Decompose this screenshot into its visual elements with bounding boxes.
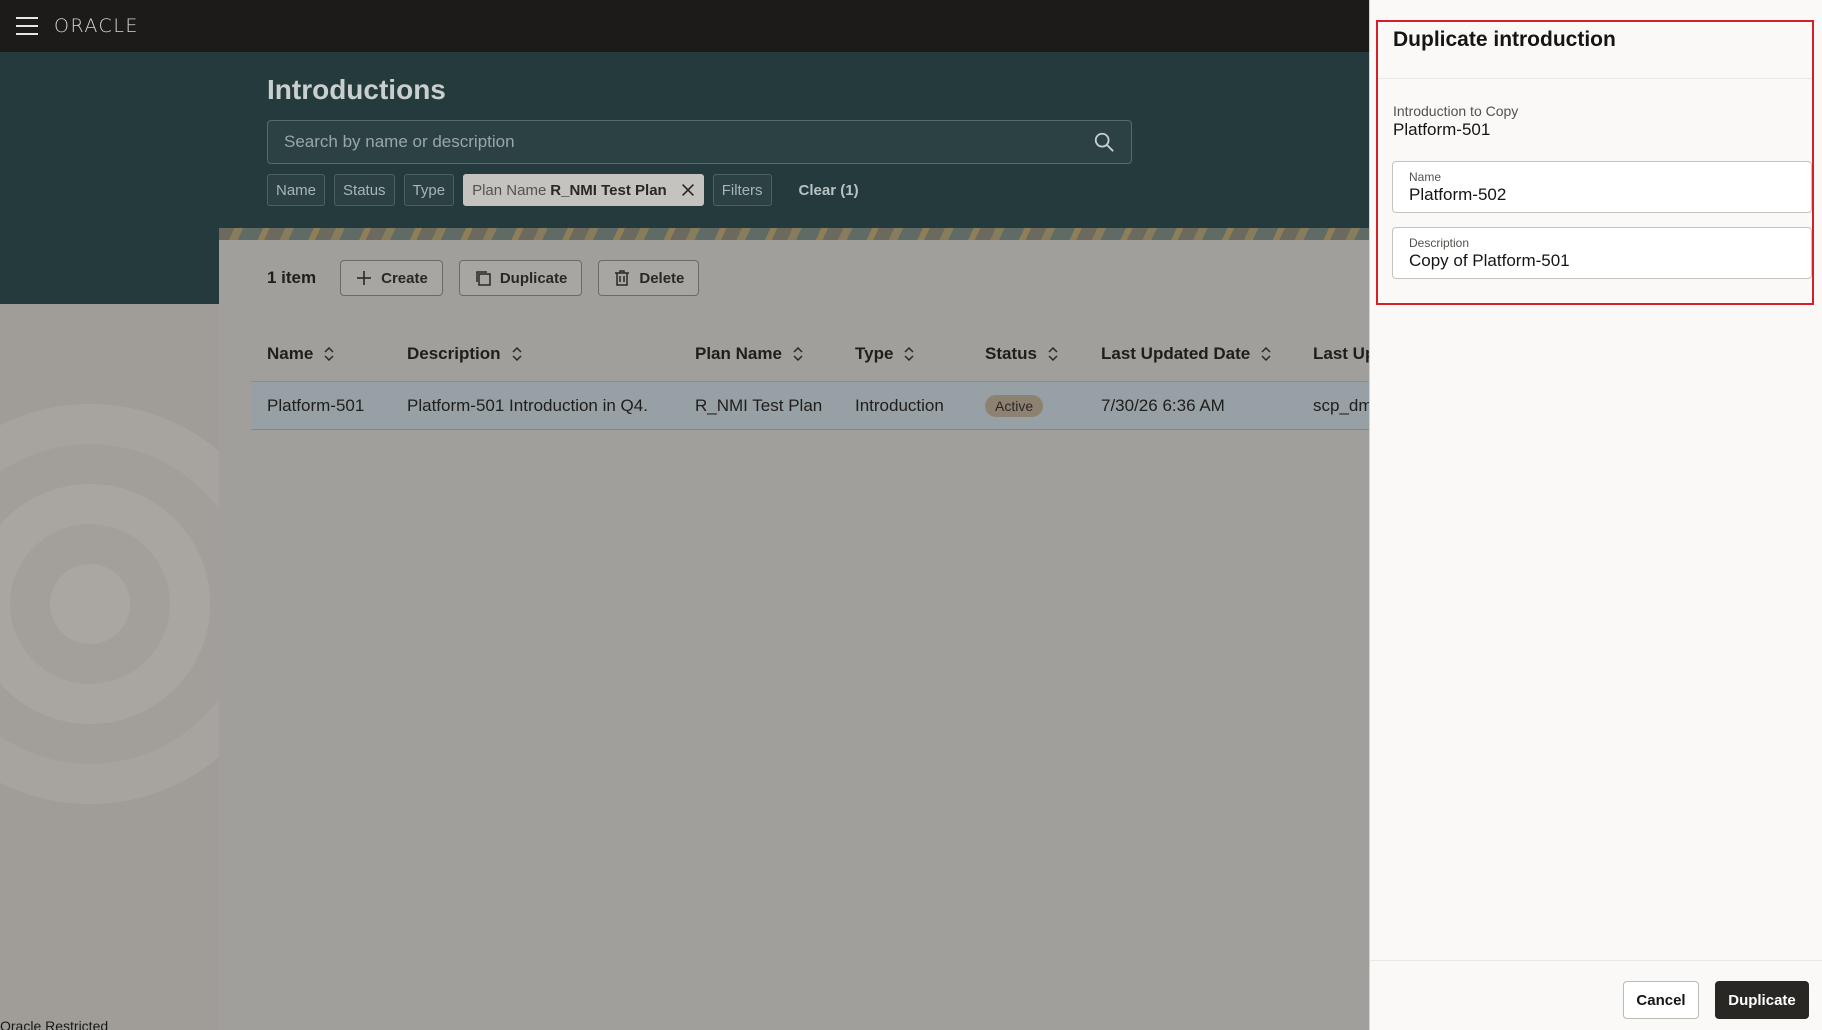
column-header-name[interactable]: Name	[251, 344, 391, 364]
cell-last-updated-date: 7/30/26 6:36 AM	[1101, 395, 1225, 415]
introductions-table: Name Description Plan Name Type Status L…	[251, 326, 1370, 430]
filter-chip-plan-name-label: Plan Name	[472, 181, 547, 199]
name-field: Name	[1392, 161, 1812, 213]
duplicate-button[interactable]: Duplicate	[458, 260, 583, 296]
copy-icon	[476, 271, 491, 286]
description-field: Description	[1392, 227, 1812, 279]
plus-icon	[357, 271, 372, 285]
footer-text: Oracle Restricted	[0, 1018, 109, 1030]
filter-chip-status[interactable]: Status	[334, 174, 395, 206]
create-button-label: Create	[381, 269, 428, 287]
item-count: 1 item	[267, 268, 317, 287]
description-field-label: Description	[1409, 236, 1470, 250]
page-title: Introductions	[267, 74, 446, 105]
cell-description: Platform-501 Introduction in Q4.	[407, 395, 648, 415]
drawer-title: Duplicate introduction	[1393, 28, 1616, 51]
search-input[interactable]	[284, 132, 1093, 152]
cell-status: Active	[969, 394, 1085, 417]
sort-icon	[512, 346, 522, 361]
sort-icon	[1048, 346, 1058, 361]
clear-filters-button[interactable]: Clear (1)	[791, 174, 867, 206]
column-label: Plan Name	[695, 343, 782, 363]
table-row[interactable]: Platform-501 Platform-501 Introduction i…	[251, 382, 1370, 430]
filter-chip-plan-name[interactable]: Plan Name R_NMI Test Plan	[463, 174, 704, 206]
cell-name: Platform-501	[267, 395, 365, 415]
filter-chip-plan-name-value: R_NMI Test Plan	[550, 181, 667, 199]
duplicate-confirm-button[interactable]: Duplicate	[1715, 981, 1809, 1019]
cancel-button[interactable]: Cancel	[1623, 981, 1699, 1019]
create-button[interactable]: Create	[340, 260, 443, 296]
table-header: Name Description Plan Name Type Status L…	[251, 326, 1370, 382]
column-header-status[interactable]: Status	[969, 344, 1085, 364]
delete-button[interactable]: Delete	[598, 260, 700, 296]
description-input[interactable]	[1409, 251, 1799, 271]
column-header-description[interactable]: Description	[391, 344, 679, 364]
trash-icon	[615, 270, 630, 286]
column-header-last-updated-by[interactable]: Last Up	[1297, 344, 1370, 364]
name-input[interactable]	[1409, 185, 1799, 205]
background-pattern	[0, 304, 219, 1030]
filters-button[interactable]: Filters	[712, 174, 772, 206]
column-header-last-updated-date[interactable]: Last Updated Date	[1085, 344, 1297, 364]
sort-icon	[1261, 346, 1271, 361]
cell-type: Introduction	[855, 395, 944, 415]
duplicate-drawer: Duplicate introduction Introduction to C…	[1369, 0, 1822, 1030]
column-label: Description	[407, 343, 501, 363]
column-label: Type	[855, 343, 894, 363]
toolbar: 1 item Create Duplicate Delete	[267, 260, 700, 296]
search-bar	[267, 120, 1132, 164]
search-icon[interactable]	[1093, 131, 1115, 153]
sort-icon	[793, 346, 803, 361]
column-header-plan-name[interactable]: Plan Name	[679, 344, 839, 364]
sort-icon	[904, 346, 914, 361]
status-badge: Active	[985, 394, 1044, 417]
oracle-logo: ORACLE	[54, 15, 139, 37]
cell-plan-name: R_NMI Test Plan	[695, 395, 823, 415]
hamburger-menu-icon[interactable]	[16, 17, 38, 35]
column-label: Name	[267, 343, 314, 363]
column-label: Last Up	[1313, 343, 1370, 363]
column-header-type[interactable]: Type	[839, 344, 969, 364]
copy-value: Platform-501	[1393, 120, 1491, 139]
filter-chip-type[interactable]: Type	[403, 174, 455, 206]
divider	[1378, 78, 1812, 79]
close-icon[interactable]	[679, 181, 697, 199]
filter-chip-name[interactable]: Name	[267, 174, 326, 206]
column-label: Status	[985, 343, 1037, 363]
results-panel: 1 item Create Duplicate Delete Name Desc…	[219, 240, 1370, 1030]
sort-icon	[324, 346, 334, 361]
cell-last-updated-by: scp_dm	[1313, 395, 1370, 415]
name-field-label: Name	[1409, 170, 1442, 184]
drawer-footer: Cancel Duplicate	[1370, 960, 1822, 1030]
delete-button-label: Delete	[639, 269, 685, 287]
copy-label: Introduction to Copy	[1393, 103, 1519, 119]
column-label: Last Updated Date	[1101, 343, 1251, 363]
duplicate-button-label: Duplicate	[499, 269, 568, 287]
filter-chips: Name Status Type Plan Name R_NMI Test Pl…	[267, 174, 867, 206]
decorative-banner	[219, 228, 1370, 240]
